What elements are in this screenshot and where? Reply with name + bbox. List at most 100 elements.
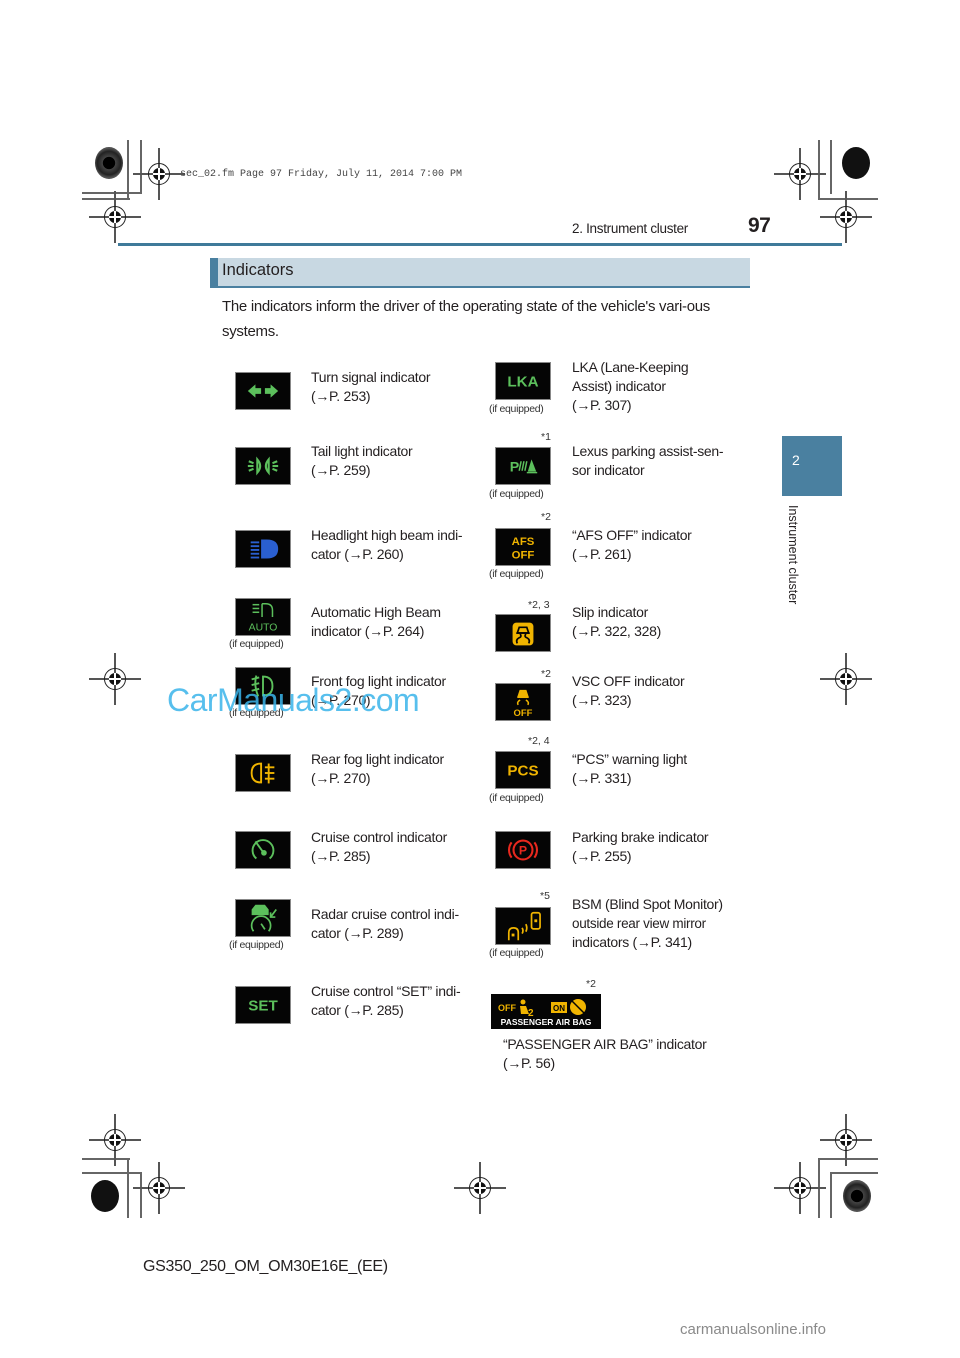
page-reference: (→P. 259) xyxy=(311,462,371,478)
footnote-marker: *2 xyxy=(586,978,596,990)
file-info: sec_02.fm Page 97 Friday, July 11, 2014 … xyxy=(180,169,463,180)
pcs-label: PCS xyxy=(507,763,538,780)
footnote-marker: *2 xyxy=(541,511,551,523)
registration-mark-icon xyxy=(89,653,141,705)
indicator-description: “PASSENGER AIR BAG” indicator (→P. 56) xyxy=(503,1035,753,1073)
page-number: 97 xyxy=(748,214,771,237)
indicator-name-cont: sor indicator xyxy=(572,462,645,478)
footnote-marker: *1 xyxy=(541,431,551,443)
indicator-description: “PCS” warning light (→P. 331) xyxy=(572,750,752,788)
bsm-icon xyxy=(495,907,551,945)
airbag-on-label: ON xyxy=(553,1004,565,1013)
registration-mark-icon xyxy=(774,1162,826,1214)
registration-mark-icon xyxy=(774,148,826,200)
auto-label: AUTO xyxy=(249,622,278,633)
header-rule xyxy=(118,243,842,246)
if-equipped-label: (if equipped) xyxy=(489,792,544,804)
document-code: GS350_250_OM_OM30E16E_(EE) xyxy=(143,1258,388,1275)
indicator-description: Tail light indicator (→P. 259) xyxy=(311,442,481,480)
svg-text:P: P xyxy=(510,460,519,476)
svg-text:P: P xyxy=(519,844,527,858)
indicator-name: “PASSENGER AIR BAG” indicator xyxy=(503,1036,707,1052)
indicator-description: Parking brake indicator (→P. 255) xyxy=(572,828,752,866)
page-reference: cator (→P. 285) xyxy=(311,1002,404,1018)
indicator-description: Cruise control indicator (→P. 285) xyxy=(311,828,479,866)
off-label: OFF xyxy=(512,549,535,561)
running-header-section: 2. Instrument cluster xyxy=(572,221,688,236)
indicator-name: “AFS OFF” indicator xyxy=(572,527,692,543)
page-reference: (→P. 307) xyxy=(572,397,632,413)
page-reference: cator (→P. 260) xyxy=(311,546,404,562)
indicator-description: Lexus parking assist-sen- sor indicator xyxy=(572,442,740,480)
cruise-control-icon xyxy=(235,831,291,869)
afs-label: AFS xyxy=(512,536,535,548)
page-reference: (→P. 56) xyxy=(503,1055,555,1071)
if-equipped-label: (if equipped) xyxy=(489,403,544,415)
registration-mark-icon xyxy=(820,1114,872,1166)
indicator-name: “PCS” warning light xyxy=(572,751,687,767)
page-reference: cator (→P. 289) xyxy=(311,925,404,941)
registration-target-icon xyxy=(95,147,123,179)
registration-target-icon xyxy=(843,1180,871,1212)
page-reference: indicators (→P. 341) xyxy=(572,934,692,950)
indicator-description: LKA (Lane-Keeping Assist) indicator (→P.… xyxy=(572,358,752,415)
watermark: CarManuals2.com xyxy=(167,682,420,718)
page-reference: indicator (→P. 264) xyxy=(311,623,425,639)
if-equipped-label: (if equipped) xyxy=(229,939,284,951)
registration-mark-icon xyxy=(454,1162,506,1214)
page-reference: (→P. 285) xyxy=(311,848,371,864)
pcs-icon: PCS xyxy=(495,751,551,789)
indicator-description: “AFS OFF” indicator (→P. 261) xyxy=(572,526,752,564)
registration-mark-icon xyxy=(133,148,185,200)
indicator-description: VSC OFF indicator (→P. 323) xyxy=(572,672,752,710)
intro-text: The indicators inform the driver of the … xyxy=(222,298,710,340)
cruise-set-icon: SET xyxy=(235,986,291,1024)
page-reference: (→P. 322, 328) xyxy=(572,623,661,639)
page-reference: (→P. 255) xyxy=(572,848,632,864)
page-reference: (→P. 270) xyxy=(311,770,371,786)
indicator-name: Automatic High Beam xyxy=(311,604,441,620)
registration-mark-icon xyxy=(89,191,141,243)
registration-mark-icon xyxy=(133,1162,185,1214)
tail-light-icon xyxy=(235,447,291,485)
page-reference: (→P. 261) xyxy=(572,546,632,562)
indicator-name: Radar cruise control indi- xyxy=(311,906,459,922)
parking-assist-icon: P xyxy=(495,447,551,485)
turn-signal-icon xyxy=(235,372,291,410)
lka-label: LKA xyxy=(507,374,538,391)
indicator-description: Headlight high beam indi- cator (→P. 260… xyxy=(311,526,479,564)
chapter-number: 2 xyxy=(792,452,800,468)
watermark: carmanualsonline.info xyxy=(680,1321,826,1338)
page-reference: (→P. 323) xyxy=(572,692,632,708)
indicator-name: Turn signal indicator xyxy=(311,369,431,385)
indicator-name: Lexus parking assist-sen- xyxy=(572,443,724,459)
slip-icon xyxy=(495,614,551,652)
section-title: Indicators xyxy=(222,261,294,279)
page-reference: (→P. 253) xyxy=(311,388,371,404)
indicator-name: Parking brake indicator xyxy=(572,829,709,845)
indicator-name: Cruise control indicator xyxy=(311,829,447,845)
lka-icon: LKA xyxy=(495,362,551,400)
footnote-marker: *2, 4 xyxy=(528,735,550,747)
auto-high-beam-icon: AUTO xyxy=(235,598,291,636)
airbag-caption: PASSENGER AIR BAG xyxy=(501,1017,592,1027)
indicator-description: BSM (Blind Spot Monitor) outside rear vi… xyxy=(572,895,762,952)
afs-off-icon: AFS OFF xyxy=(495,528,551,566)
radar-cruise-icon xyxy=(235,899,291,937)
indicator-description: Cruise control “SET” indi- cator (→P. 28… xyxy=(311,982,479,1020)
indicator-description: Slip indicator (→P. 322, 328) xyxy=(572,603,752,641)
registration-target-icon xyxy=(842,147,870,179)
if-equipped-label: (if equipped) xyxy=(489,947,544,959)
indicator-description: Turn signal indicator (→P. 253) xyxy=(311,368,481,406)
parking-brake-icon: P xyxy=(495,831,551,869)
registration-mark-icon xyxy=(820,653,872,705)
indicator-description: Automatic High Beam indicator (→P. 264) xyxy=(311,603,479,641)
intro-paragraph: The indicators inform the driver of the … xyxy=(222,294,750,344)
vsc-off-label: OFF xyxy=(514,708,533,719)
if-equipped-label: (if equipped) xyxy=(229,638,284,650)
indicator-name: Cruise control “SET” indi- xyxy=(311,983,461,999)
high-beam-icon xyxy=(235,530,291,568)
footnote-marker: *5 xyxy=(540,890,550,902)
set-label: SET xyxy=(248,998,278,1015)
airbag-off-label: OFF xyxy=(498,1003,516,1013)
